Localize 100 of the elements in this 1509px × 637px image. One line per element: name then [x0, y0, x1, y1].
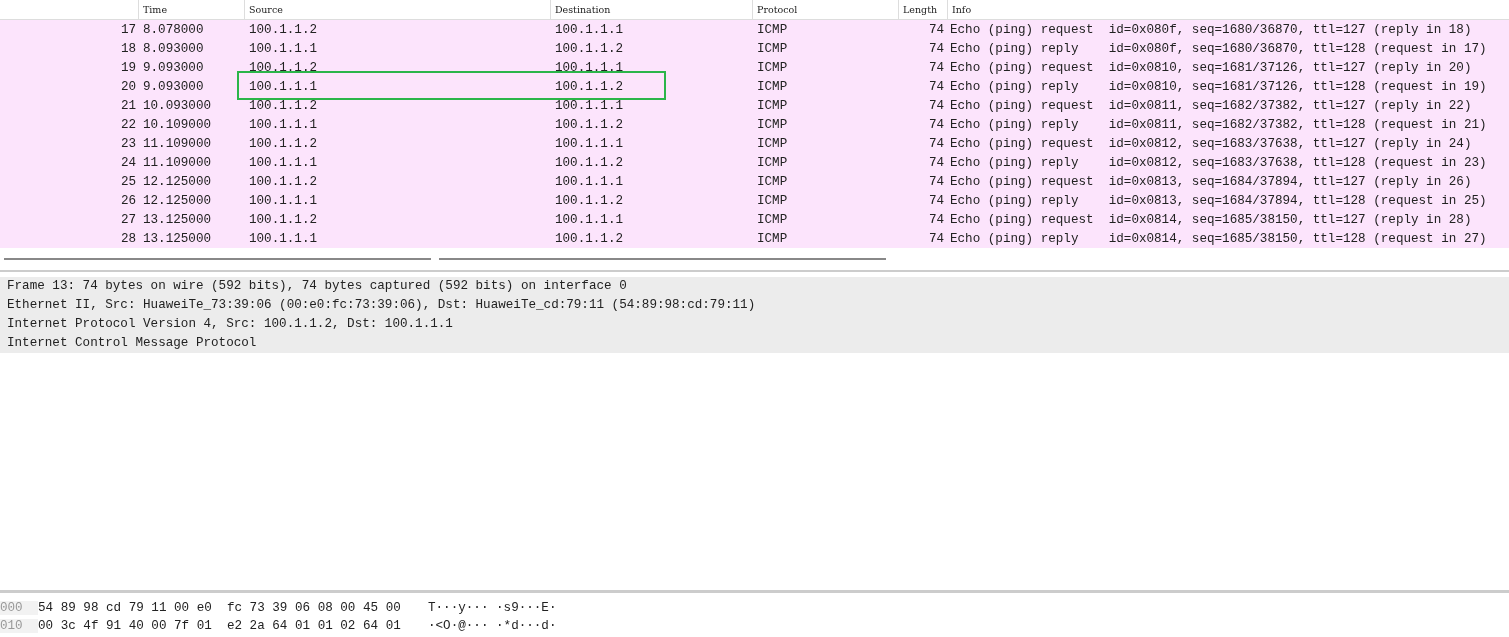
table-cell-text: 13.125000	[142, 212, 213, 227]
table-cell-text: 11.109000	[142, 155, 213, 170]
packet-row[interactable]: 28 13.125000 100.1.1.1 100.1.1.2 ICMP 74 Echo (ping) reply id=0x0814, seq=1685/38150, ttl=128 (request in 27)	[0, 229, 1509, 248]
table-cell-text: Echo (ping) reply id=0x0811, seq=1682/37382, ttl=128 (request in 21)	[949, 117, 1488, 132]
hex-bytes: 54 89 98 cd 79 11 00 e0 fc 73 39 06 08 00 45 00	[38, 601, 402, 615]
table-cell-text: Echo (ping) request id=0x0811, seq=1682/37382, ttl=127 (reply in 22)	[949, 98, 1473, 113]
table-cell-text: 19	[119, 60, 137, 75]
table-cell-text: ICMP	[756, 174, 789, 189]
table-cell-text: ICMP	[756, 117, 789, 132]
table-cell-text: 10.093000	[142, 98, 213, 113]
table-cell-text: 8.078000	[142, 22, 205, 37]
table-cell-text: Echo (ping) request id=0x0812, seq=1683/37638, ttl=127 (reply in 24)	[949, 136, 1473, 151]
table-cell-text: 100.1.1.1	[248, 231, 319, 246]
column-header[interactable]: Protocol	[752, 0, 898, 19]
table-cell-text: ICMP	[756, 212, 789, 227]
table-cell-text: 100.1.1.2	[248, 212, 319, 227]
table-cell-text: 12.125000	[142, 193, 213, 208]
table-cell-text: 12.125000	[142, 174, 213, 189]
packet-row[interactable]: 24 11.109000 100.1.1.1 100.1.1.2 ICMP 74 Echo (ping) reply id=0x0812, seq=1683/37638, ttl=128 (request in 23)	[0, 153, 1509, 172]
packet-row[interactable]: 21 10.093000 100.1.1.2 100.1.1.1 ICMP 74 Echo (ping) request id=0x0811, seq=1682/37382, ttl=127 (reply in 22)	[0, 96, 1509, 115]
table-cell-text: 100.1.1.1	[554, 22, 625, 37]
packet-row[interactable]: 27 13.125000 100.1.1.2 100.1.1.1 ICMP 74 Echo (ping) request id=0x0814, seq=1685/38150, ttl=127 (reply in 28)	[0, 210, 1509, 229]
table-cell-text: 100.1.1.2	[248, 174, 319, 189]
packet-row[interactable]: 25 12.125000 100.1.1.2 100.1.1.1 ICMP 74 Echo (ping) request id=0x0813, seq=1684/37894, ttl=127 (reply in 26)	[0, 172, 1509, 191]
table-cell-text: 8.093000	[142, 41, 205, 56]
table-cell-text: Echo (ping) reply id=0x0812, seq=1683/37638, ttl=128 (request in 23)	[949, 155, 1488, 170]
table-cell-text: 100.1.1.1	[248, 155, 319, 170]
table-cell-text: ICMP	[756, 41, 789, 56]
table-cell-text: 74	[927, 174, 945, 189]
ascii-bytes: T···y··· ·s9···E·	[428, 601, 558, 615]
table-cell-text: 74	[927, 98, 945, 113]
column-header[interactable]: Info	[947, 0, 1509, 19]
table-cell-text: 100.1.1.2	[554, 79, 625, 94]
table-cell-text: 100.1.1.1	[554, 136, 625, 151]
table-cell-text: 22	[119, 117, 137, 132]
table-cell-text: ICMP	[756, 193, 789, 208]
table-cell-text: 100.1.1.2	[248, 22, 319, 37]
table-cell-text: ICMP	[756, 60, 789, 75]
table-cell-text: 100.1.1.1	[248, 79, 319, 94]
table-cell-text: 21	[119, 98, 137, 113]
table-cell-text: 74	[927, 193, 945, 208]
table-cell-text: 27	[119, 212, 137, 227]
table-cell-text: Echo (ping) request id=0x0814, seq=1685/38150, ttl=127 (reply in 28)	[949, 212, 1473, 227]
table-cell-text: 74	[927, 41, 945, 56]
table-cell-text: 23	[119, 136, 137, 151]
table-cell-text: 74	[927, 79, 945, 94]
table-cell-text: 100.1.1.2	[554, 231, 625, 246]
column-header[interactable]: Destination	[550, 0, 752, 19]
hex-bytes: 00 3c 4f 91 40 00 7f 01 e2 2a 64 01 01 02 64 01	[38, 619, 402, 633]
table-cell-text: Echo (ping) request id=0x0810, seq=1681/37126, ttl=127 (reply in 20)	[949, 60, 1473, 75]
table-cell-text: ICMP	[756, 136, 789, 151]
packet-row[interactable]: 22 10.109000 100.1.1.1 100.1.1.2 ICMP 74 Echo (ping) reply id=0x0811, seq=1682/37382, ttl=128 (request in 21)	[0, 115, 1509, 134]
scrollbar[interactable]	[439, 258, 886, 260]
table-cell-text: 25	[119, 174, 137, 189]
packet-row[interactable]: 20 9.093000 100.1.1.1 100.1.1.2 ICMP 74 Echo (ping) reply id=0x0810, seq=1681/37126, ttl=128 (request in 19)	[0, 77, 1509, 96]
table-cell-text: Echo (ping) request id=0x0813, seq=1684/37894, ttl=127 (reply in 26)	[949, 174, 1473, 189]
table-cell-text: 74	[927, 231, 945, 246]
table-cell-text: 11.109000	[142, 136, 213, 151]
table-cell-text: 20	[119, 79, 137, 94]
table-cell-text: 74	[927, 117, 945, 132]
table-cell-text: 100.1.1.1	[554, 60, 625, 75]
table-cell-text: 28	[119, 231, 137, 246]
table-cell-text: 100.1.1.1	[248, 41, 319, 56]
table-cell-text: 74	[927, 22, 945, 37]
column-header[interactable]: Length	[898, 0, 947, 19]
table-cell-text: 13.125000	[142, 231, 213, 246]
table-cell-text: 100.1.1.1	[554, 174, 625, 189]
table-cell-text: 74	[927, 60, 945, 75]
table-cell-text: 100.1.1.2	[248, 136, 319, 151]
table-cell-text: Echo (ping) request id=0x080f, seq=1680/36870, ttl=127 (reply in 18)	[949, 22, 1473, 37]
table-cell-text: 100.1.1.1	[554, 212, 625, 227]
table-cell-text: ICMP	[756, 22, 789, 37]
ascii-bytes: ·<O·@··· ·*d···d·	[428, 619, 558, 633]
packet-row[interactable]: 19 9.093000 100.1.1.2 100.1.1.1 ICMP 74 Echo (ping) request id=0x0810, seq=1681/37126, ttl=127 (reply in 20)	[0, 58, 1509, 77]
table-cell-text: 74	[927, 155, 945, 170]
table-cell-text: 26	[119, 193, 137, 208]
table-cell-text: Echo (ping) reply id=0x0810, seq=1681/37126, ttl=128 (request in 19)	[949, 79, 1488, 94]
table-cell-text: 74	[927, 136, 945, 151]
table-cell-text: 100.1.1.2	[554, 41, 625, 56]
packet-row[interactable]: 23 11.109000 100.1.1.2 100.1.1.1 ICMP 74 Echo (ping) request id=0x0812, seq=1683/37638, ttl=127 (reply in 24)	[0, 134, 1509, 153]
byte-offset: 010	[0, 619, 38, 633]
column-header[interactable]: Time	[138, 0, 244, 19]
column-header[interactable]: Source	[244, 0, 550, 19]
byte-offset: 000	[0, 601, 38, 615]
table-cell-text: 9.093000	[142, 60, 205, 75]
table-cell-text: 24	[119, 155, 137, 170]
table-cell-text: 18	[119, 41, 137, 56]
table-cell-text: 100.1.1.2	[554, 155, 625, 170]
packet-row[interactable]: 18 8.093000 100.1.1.1 100.1.1.2 ICMP 74 Echo (ping) reply id=0x080f, seq=1680/36870, ttl=128 (request in 17)	[0, 39, 1509, 58]
table-cell-text: 100.1.1.2	[248, 60, 319, 75]
table-cell-text: 100.1.1.1	[554, 98, 625, 113]
table-cell-text: Echo (ping) reply id=0x0814, seq=1685/38150, ttl=128 (request in 27)	[949, 231, 1488, 246]
packet-row[interactable]: 26 12.125000 100.1.1.1 100.1.1.2 ICMP 74 Echo (ping) reply id=0x0813, seq=1684/37894, ttl=128 (request in 25)	[0, 191, 1509, 210]
table-cell-text: ICMP	[756, 231, 789, 246]
scrollbar[interactable]	[4, 258, 431, 260]
packet-row[interactable]: 17 8.078000 100.1.1.2 100.1.1.1 ICMP 74 Echo (ping) request id=0x080f, seq=1680/36870, ttl=127 (reply in 18)	[0, 20, 1509, 39]
table-cell-text: ICMP	[756, 98, 789, 113]
table-cell-text: Echo (ping) reply id=0x0813, seq=1684/37894, ttl=128 (request in 25)	[949, 193, 1488, 208]
table-cell-text: 74	[927, 212, 945, 227]
table-cell-text: 10.109000	[142, 117, 213, 132]
